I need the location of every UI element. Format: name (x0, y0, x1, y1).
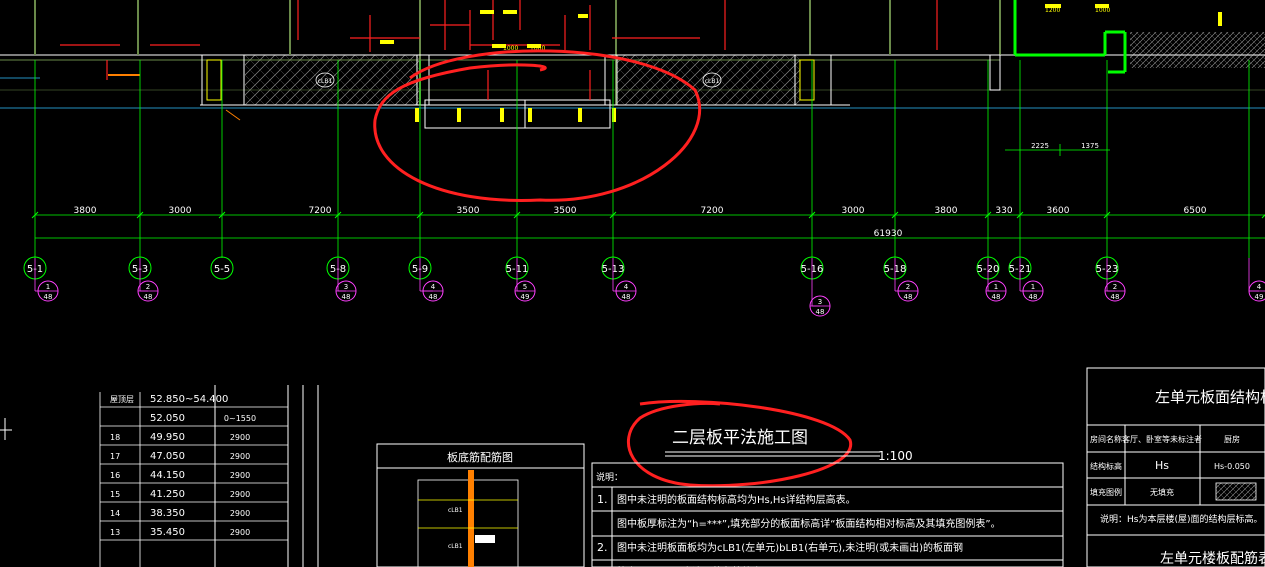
total-dimension: 61930 (874, 229, 903, 239)
floor-table-cell: 47.050 (150, 451, 185, 462)
floor-table-cell: 2900 (230, 452, 250, 461)
floor-table-cell: 18 (110, 433, 120, 442)
note-text: 图中未注明的板面结构标高均为Hs,Hs详结构层高表。 (617, 493, 856, 506)
detail-ref-sheet: 48 (992, 293, 1001, 301)
span-dimension: 7200 (309, 206, 332, 216)
floor-table-cell: 38.350 (150, 508, 185, 519)
detail-ref-number: 2 (906, 283, 910, 291)
slab-hatch-far-right (1130, 32, 1265, 68)
floor-plan-top: cLB1 cLB1 1000 1000 1200 1000 2225 1375 (0, 0, 1265, 156)
floor-table-cell: 0~1550 (224, 414, 256, 423)
floor-table-cell: 2900 (230, 509, 250, 518)
detail-ref-number: 1 (1031, 283, 1035, 291)
span-dimension: 3000 (169, 206, 192, 216)
detail-label-2: cLB1 (448, 543, 463, 550)
floor-table-cell: 2900 (230, 528, 250, 537)
detail-ref-number: 3 (818, 298, 822, 306)
right-table-cell: 结构标高 (1090, 461, 1122, 471)
right-table-cell: Hs (1155, 459, 1169, 472)
floor-table-cell: 2900 (230, 471, 250, 480)
upper-dim-4: 1000 (1095, 7, 1110, 14)
span-dimension: 3500 (457, 206, 480, 216)
right-table-cell: 客厅、卧室等未标注者 (1122, 434, 1202, 444)
floor-table-cell: 35.450 (150, 527, 185, 538)
detail-ref-sheet: 48 (816, 308, 825, 316)
floor-table-cell: 52.050 (150, 413, 185, 424)
drawing-title: 二层板平法施工图 (672, 428, 808, 448)
partial-dim-1: 2225 (1031, 142, 1049, 150)
detail-ref-sheet: 48 (1111, 293, 1120, 301)
detail-ref-number: 4 (1257, 283, 1262, 291)
detail-ref-sheet: 48 (1029, 293, 1038, 301)
span-dimension: 3600 (1047, 206, 1070, 216)
detail-ref-number: 5 (523, 283, 527, 291)
detail-ref-sheet: 48 (904, 293, 913, 301)
span-dimension: 7200 (701, 206, 724, 216)
right-table-cell: 无填充 (1150, 487, 1174, 497)
slab-label-right: cLB1 (705, 78, 720, 85)
floor-elevation-table: 屋顶层 52.850~54.400 52.050 0~1550 18 49.950 2900… (99, 385, 319, 567)
detail-ref-sheet: 49 (521, 293, 530, 301)
right-table-cell: 房间名称 (1090, 434, 1122, 444)
right-table-note: 说明：Hs为本层楼(屋)面的结构层标高。 (1100, 513, 1262, 525)
floor-table-cell: 14 (110, 509, 120, 518)
cad-drawing-canvas[interactable]: cLB1 cLB1 1000 1000 1200 1000 2225 1375 … (0, 0, 1265, 567)
axis-label: 5-5 (214, 264, 230, 275)
upper-dim-3: 1200 (1045, 7, 1060, 14)
floor-table-cell: 52.850~54.400 (150, 394, 228, 405)
detail-ref-number: 2 (146, 283, 150, 291)
floor-table-cell: 13 (110, 528, 120, 537)
detail-ref-number: 1 (994, 283, 998, 291)
slab-label-left: cLB1 (318, 78, 333, 85)
floor-table-cell: 2900 (230, 433, 250, 442)
floor-table-cell: 屋顶层 (110, 395, 134, 404)
span-dimension: 3000 (842, 206, 865, 216)
floor-table-cell: 15 (110, 490, 120, 499)
right-table-title: 左单元板面结构相对标高 (1155, 388, 1265, 406)
note-number: 1. (597, 493, 608, 506)
note-number: 2. (597, 541, 608, 554)
slab-elevation-table: 左单元板面结构相对标高 房间名称客厅、卧室等未标注者 厨房结构标高 Hs Hs-0.0… (1086, 367, 1265, 567)
detail-ref-sheet: 49 (1255, 293, 1264, 301)
detail-ref-sheet: 48 (44, 293, 53, 301)
dimension-chain: 3800 3000 7200 3500 3500 7200 3000 3800 330 3600 6… (31, 206, 1265, 239)
floor-table-cell: 2900 (230, 490, 250, 499)
span-dimension: 330 (995, 206, 1012, 216)
floor-table-cell: 17 (110, 452, 120, 461)
slab-hatch-left (245, 55, 420, 105)
floor-table-cell: 49.950 (150, 432, 185, 443)
detail-label-1: cLB1 (448, 507, 463, 514)
detail-ref-number: 4 (431, 283, 436, 291)
detail-ref-sheet: 48 (144, 293, 153, 301)
right-bottom-title: 左单元楼板配筋表 (1160, 550, 1265, 567)
slab-rebar-detail: 板底筋配筋图 cLB1 cLB1 (376, 443, 585, 567)
floor-table-cell: 16 (110, 471, 120, 480)
detail-title: 板底筋配筋图 (447, 450, 513, 464)
partial-dim-2: 1375 (1081, 142, 1099, 150)
notes-header: 说明： (596, 471, 623, 483)
span-dimension: 3800 (74, 206, 97, 216)
floor-table-cell: 44.150 (150, 470, 185, 481)
detail-ref-sheet: 48 (429, 293, 438, 301)
span-dimension: 6500 (1184, 206, 1207, 216)
right-table-cell: 填充图例 (1090, 487, 1122, 497)
span-dimension: 3800 (935, 206, 958, 216)
detail-ref-number: 3 (344, 283, 348, 291)
span-dimension: 3500 (554, 206, 577, 216)
crosshair-marker (0, 418, 12, 440)
right-table-cell: Hs-0.050 (1214, 462, 1250, 471)
drawing-scale: 1:100 (878, 449, 913, 463)
detail-ref-number: 1 (46, 283, 50, 291)
detail-ref-sheet: 48 (342, 293, 351, 301)
right-table-cell: 厨房 (1224, 434, 1240, 444)
detail-ref-number: 2 (1113, 283, 1117, 291)
note-text: 图中未注明板面板均为cLB1(左单元)bLB1(右单元),未注明(或未画出)的板… (617, 541, 963, 554)
detail-ref-sheet: 48 (622, 293, 631, 301)
drawing-title-block: 二层板平法施工图 1:100 (665, 428, 913, 463)
detail-ref-number: 4 (624, 283, 629, 291)
note-text: 图中板厚标注为“h=***”,填充部分的板面标高详“板面结构相对标高及其填充图例… (617, 517, 1001, 530)
floor-table-cell: 41.250 (150, 489, 185, 500)
